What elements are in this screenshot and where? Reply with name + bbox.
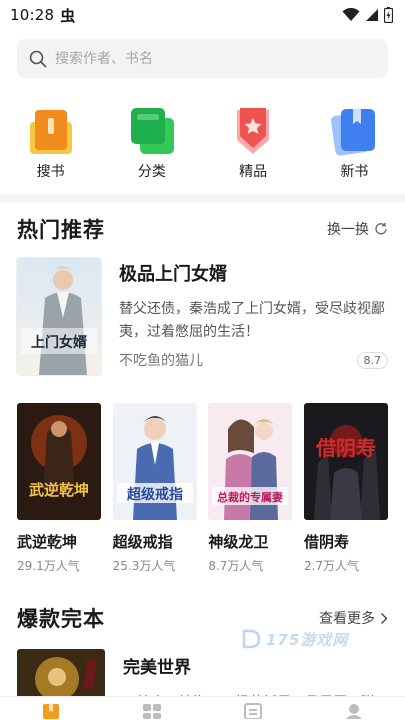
watermark-icon xyxy=(242,629,261,649)
tab-list[interactable] xyxy=(203,697,304,720)
book-card[interactable]: 借阴寿 借阴寿 2.7万人气 xyxy=(303,403,388,578)
cover-image: 超级戒指 xyxy=(112,403,197,520)
premium-icon xyxy=(237,108,270,154)
quick-nav-category[interactable]: 分类 xyxy=(101,104,202,184)
list-icon xyxy=(244,703,263,719)
wifi-icon xyxy=(342,8,360,21)
quick-nav-label: 分类 xyxy=(137,164,166,180)
hot-section-header: 热门推荐 换一换 xyxy=(17,214,388,244)
signal-icon xyxy=(366,9,378,21)
watermark-text: 175游戏网 xyxy=(266,630,349,649)
book-title: 借阴寿 xyxy=(303,533,349,551)
featured-book-description: 替父还债，秦浩成了上门女婿，受尽歧视鄙夷，过着憋屈的生活！ xyxy=(119,301,385,340)
featured-book-author: 不吃鱼的猫儿 xyxy=(119,353,203,369)
complete-section-title: 爆款完本 xyxy=(17,607,105,631)
bookshelf-icon xyxy=(42,704,59,719)
book-cover: 超级戒指 xyxy=(112,403,197,520)
cover-image: 借阴寿 xyxy=(303,403,388,520)
bottom-tab-bar xyxy=(0,696,405,720)
quick-nav-premium[interactable]: 精品 xyxy=(203,104,304,184)
featured-book-info: 极品上门女婿 替父还债，秦浩成了上门女婿，受尽歧视鄙夷，过着憋屈的生活！ 不吃鱼… xyxy=(119,258,388,376)
featured-book[interactable]: 上门女婿 极品上门女婿 替父还债，秦浩成了上门女婿，受尽歧视鄙夷，过着憋屈的生活… xyxy=(17,258,388,376)
quick-nav: 搜书 分类 精品 新书 xyxy=(0,104,405,184)
cover-image: 总裁的专属妻 xyxy=(208,403,293,520)
book-cover-text: 武逆乾坤 xyxy=(29,481,89,499)
book-card[interactable]: 总裁的专属妻 神级龙卫 8.7万人气 xyxy=(208,403,293,578)
book-title: 超级戒指 xyxy=(112,533,173,551)
category-icon xyxy=(130,108,174,154)
profile-icon xyxy=(346,704,363,719)
book-title: 武逆乾坤 xyxy=(17,533,78,551)
book-card[interactable]: 超级戒指 超级戒指 25.3万人气 xyxy=(112,403,197,578)
quick-nav-label: 新书 xyxy=(340,164,369,180)
status-bar: 10:28 虫 xyxy=(0,0,405,30)
book-title: 神级龙卫 xyxy=(208,533,269,551)
view-more-label: 查看更多 xyxy=(319,611,375,627)
book-cover: 借阴寿 xyxy=(303,403,388,520)
book-popularity: 25.3万人气 xyxy=(112,559,176,573)
new-book-icon xyxy=(331,109,376,156)
view-more-button[interactable]: 查看更多 xyxy=(319,608,388,628)
book-card[interactable]: 武逆乾坤 武逆乾坤 29.1万人气 xyxy=(17,403,101,578)
tab-discover[interactable] xyxy=(101,697,202,720)
watermark-logo: 175游戏网 xyxy=(240,628,348,650)
status-indicators xyxy=(342,7,393,23)
tab-bookshelf[interactable] xyxy=(0,697,101,720)
refresh-icon xyxy=(375,222,387,235)
status-time: 10:28 xyxy=(10,6,55,24)
search-book-icon xyxy=(29,110,72,154)
search-bar[interactable] xyxy=(17,39,388,78)
cover-image: 上门女婿 xyxy=(17,258,101,375)
search-icon xyxy=(29,50,47,67)
featured-book-title: 极品上门女婿 xyxy=(119,264,227,285)
featured-book-meta: 不吃鱼的猫儿 8.7 xyxy=(119,350,388,370)
book-cover-text: 总裁的专属妻 xyxy=(217,490,283,504)
search-input[interactable] xyxy=(55,50,355,67)
quick-nav-label: 精品 xyxy=(239,164,268,180)
section-divider xyxy=(0,194,405,202)
tab-profile[interactable] xyxy=(304,697,405,720)
hot-book-grid: 武逆乾坤 武逆乾坤 29.1万人气 超级戒指 超级戒指 25.3万人气 总裁的专… xyxy=(17,403,388,578)
cover-image: 武逆乾坤 xyxy=(17,403,101,520)
book-popularity: 8.7万人气 xyxy=(208,559,264,573)
chevron-right-icon xyxy=(381,612,388,624)
book-popularity: 29.1万人气 xyxy=(17,559,80,573)
complete-book-title: 完美世界 xyxy=(123,658,191,678)
quick-nav-label: 搜书 xyxy=(36,164,65,180)
hot-section-title: 热门推荐 xyxy=(17,218,105,242)
book-cover: 总裁的专属妻 xyxy=(208,403,293,520)
book-cover: 武逆乾坤 xyxy=(17,403,101,520)
battery-icon xyxy=(384,7,393,23)
quick-nav-new-book[interactable]: 新书 xyxy=(304,104,405,184)
refresh-button[interactable]: 换一换 xyxy=(327,219,388,239)
book-cover-text: 超级戒指 xyxy=(126,486,183,503)
featured-cover-title: 上门女婿 xyxy=(31,334,88,351)
book-cover-text: 借阴寿 xyxy=(315,436,376,460)
discover-icon xyxy=(142,704,161,719)
refresh-label: 换一换 xyxy=(327,222,369,238)
status-app-icon: 虫 xyxy=(60,6,76,25)
featured-book-cover: 上门女婿 xyxy=(17,258,101,375)
book-popularity: 2.7万人气 xyxy=(303,559,360,573)
quick-nav-search-book[interactable]: 搜书 xyxy=(0,104,101,184)
featured-book-score: 8.7 xyxy=(356,351,388,369)
